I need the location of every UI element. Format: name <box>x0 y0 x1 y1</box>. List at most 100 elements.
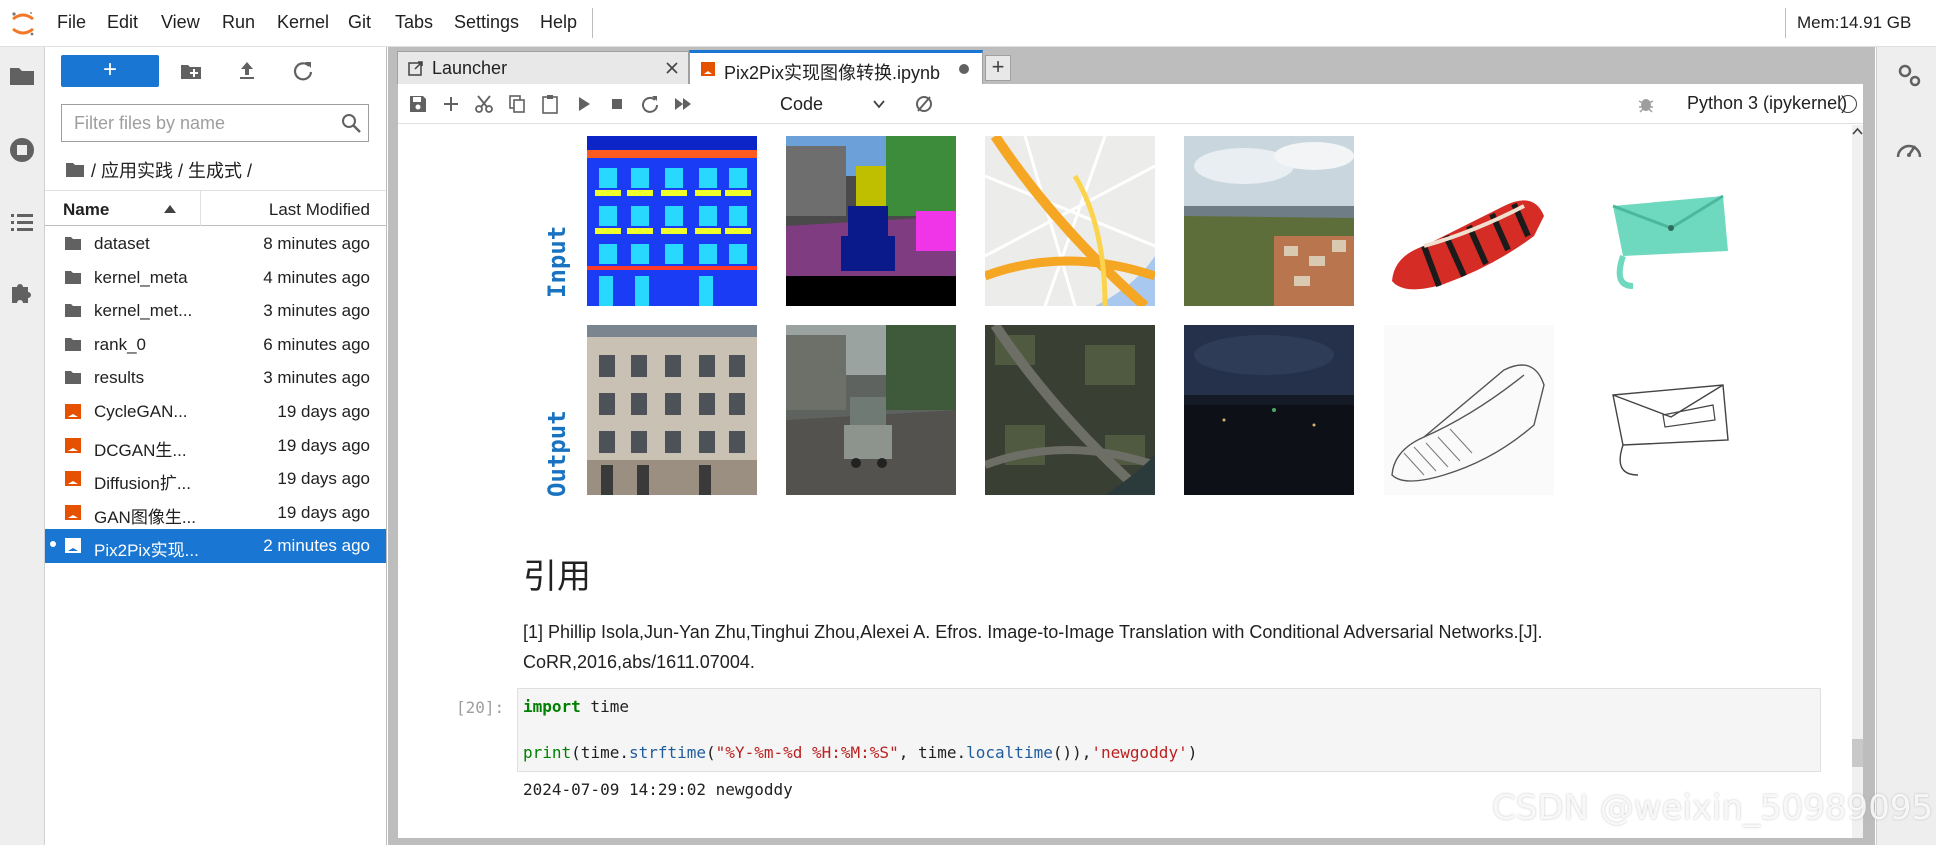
output-image-facades <box>587 325 757 495</box>
column-modified-header[interactable]: Last Modified <box>269 200 370 220</box>
new-folder-icon[interactable] <box>179 59 203 83</box>
file-row[interactable]: dataset 8 minutes ago <box>45 227 386 261</box>
debugger-icon[interactable] <box>1637 95 1655 113</box>
file-row[interactable]: Pix2Pix实现... 2 minutes ago <box>45 529 386 563</box>
file-last-modified: 19 days ago <box>277 435 370 455</box>
tab-notebook-label: Pix2Pix实现图像转换.ipynb <box>724 63 941 83</box>
notebook-scrollbar[interactable] <box>1852 125 1863 838</box>
menu-git[interactable]: Git <box>348 12 371 33</box>
tab-launcher[interactable]: Launcher <box>397 51 689 84</box>
file-row[interactable]: rank_0 6 minutes ago <box>45 328 386 362</box>
file-name: rank_0 <box>94 334 146 354</box>
file-last-modified: 19 days ago <box>277 469 370 489</box>
file-name: Pix2Pix实现... <box>94 541 199 561</box>
plus-icon: + <box>991 54 1005 79</box>
property-inspector-icon[interactable] <box>1895 61 1923 89</box>
search-icon[interactable] <box>340 112 362 134</box>
menu-view[interactable]: View <box>161 12 200 33</box>
unsaved-dot-icon[interactable] <box>956 61 972 77</box>
running-sessions-icon[interactable] <box>7 135 37 165</box>
file-list-header: Name Last Modified <box>45 190 386 226</box>
menu-kernel[interactable]: Kernel <box>277 12 329 33</box>
output-image-shoe-sketch <box>1384 325 1554 495</box>
file-row[interactable]: kernel_met... 3 minutes ago <box>45 294 386 328</box>
code-text: ()), <box>1052 743 1092 762</box>
tab-notebook[interactable]: Pix2Pix实现图像转换.ipynb <box>689 50 983 84</box>
upload-icon[interactable] <box>235 59 259 83</box>
file-row[interactable]: GAN图像生... 19 days ago <box>45 496 386 530</box>
left-activity-bar <box>0 47 45 845</box>
restart-icon[interactable] <box>640 94 660 114</box>
new-tab-button[interactable]: + <box>985 55 1011 81</box>
notebook-icon <box>65 403 81 419</box>
file-row[interactable]: results 3 minutes ago <box>45 361 386 395</box>
file-name: DCGAN生... <box>94 440 187 460</box>
stop-icon[interactable] <box>607 94 627 114</box>
menu-help[interactable]: Help <box>540 12 577 33</box>
file-row[interactable]: Diffusion扩... 19 days ago <box>45 462 386 496</box>
table-of-contents-icon[interactable] <box>7 207 37 237</box>
input-image-map <box>985 136 1155 306</box>
breadcrumb-folder-icon[interactable] <box>65 161 85 179</box>
file-last-modified: 3 minutes ago <box>263 368 370 388</box>
kernel-name[interactable]: Python 3 (ipykernel) <box>1687 93 1847 114</box>
notebook-icon <box>65 471 81 487</box>
code-builtin: print <box>523 743 572 762</box>
menu-run[interactable]: Run <box>222 12 255 33</box>
scroll-up-icon[interactable] <box>1852 127 1863 135</box>
cell-prompt: [20]: <box>456 698 505 717</box>
cell-type-select[interactable]: Code <box>780 91 892 117</box>
column-divider[interactable] <box>200 191 201 226</box>
input-image-shoe <box>1384 136 1554 306</box>
menu-settings[interactable]: Settings <box>454 12 519 33</box>
notebook-panel: Code Python 3 (ipykernel) Input Output 引… <box>398 84 1863 838</box>
paste-icon[interactable] <box>540 94 560 114</box>
file-last-modified: 6 minutes ago <box>263 334 370 354</box>
menu-edit[interactable]: Edit <box>107 12 138 33</box>
input-image-purse <box>1583 136 1753 306</box>
file-row[interactable]: DCGAN生... 19 days ago <box>45 429 386 463</box>
code-keyword: import <box>523 697 581 716</box>
insert-cell-icon[interactable] <box>441 94 461 114</box>
folder-icon[interactable] <box>7 61 37 91</box>
file-name: results <box>94 368 145 388</box>
save-icon[interactable] <box>408 94 428 114</box>
git-diff-icon[interactable] <box>913 93 935 115</box>
cut-icon[interactable] <box>474 94 494 114</box>
menu-file[interactable]: File <box>57 12 86 33</box>
file-name: kernel_met... <box>94 301 193 321</box>
output-image-cityscapes <box>786 325 956 495</box>
main-dock-area: Launcher Pix2Pix实现图像转换.ipynb + Code Pyth… <box>388 47 1875 845</box>
filter-files-input[interactable] <box>62 105 332 141</box>
scrollbar-thumb[interactable] <box>1852 739 1863 767</box>
file-row[interactable]: CycleGAN... 19 days ago <box>45 395 386 429</box>
extension-manager-icon[interactable] <box>7 277 37 307</box>
notebook-icon <box>701 62 715 76</box>
notebook-icon <box>65 504 81 520</box>
fast-forward-icon[interactable] <box>673 94 693 114</box>
refresh-icon[interactable] <box>291 59 315 83</box>
new-launcher-button[interactable]: + <box>61 55 159 87</box>
file-name: kernel_meta <box>94 267 188 287</box>
folder-icon <box>65 371 81 385</box>
column-name-header[interactable]: Name <box>63 200 109 220</box>
code-cell-editor[interactable]: import time print(time.strftime("%Y-%m-%… <box>517 688 1821 772</box>
running-indicator-dot <box>50 541 56 548</box>
breadcrumb-path[interactable]: / 应用实践 / 生成式 / <box>91 157 252 183</box>
file-name: dataset <box>94 234 150 253</box>
file-name: GAN图像生... <box>94 507 197 527</box>
notebook-toolbar: Code Python 3 (ipykernel) <box>398 84 1863 124</box>
code-text: time <box>580 697 629 716</box>
menu-tabs[interactable]: Tabs <box>395 12 433 33</box>
close-icon[interactable] <box>664 60 680 76</box>
file-last-modified: 8 minutes ago <box>263 234 370 253</box>
file-last-modified: 2 minutes ago <box>263 536 370 556</box>
chevron-down-icon <box>873 100 885 109</box>
copy-icon[interactable] <box>507 94 527 114</box>
figure-row-label-input: Input <box>543 225 571 298</box>
file-row[interactable]: kernel_meta 4 minutes ago <box>45 261 386 295</box>
resource-usage-gauge-icon[interactable] <box>1895 137 1923 165</box>
input-image-cityscapes <box>786 136 956 306</box>
run-icon[interactable] <box>574 94 594 114</box>
sort-ascending-icon[interactable] <box>163 204 177 214</box>
